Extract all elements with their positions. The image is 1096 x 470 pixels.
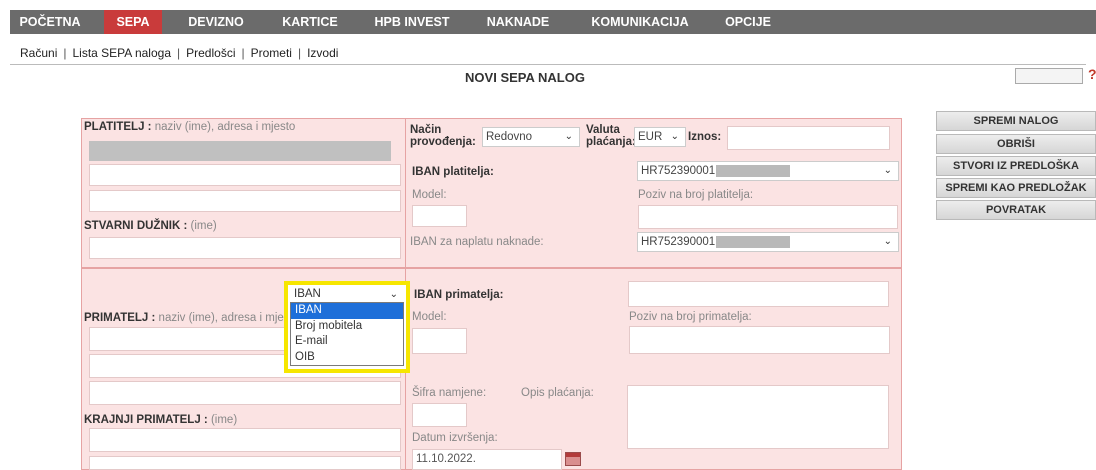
payer-name-field[interactable] bbox=[89, 141, 391, 161]
page-title: NOVI SEPA NALOG bbox=[465, 70, 585, 85]
payer-iban-select[interactable]: HR752390001 ⌄ bbox=[637, 161, 899, 181]
payer-address-field[interactable] bbox=[89, 164, 401, 186]
subnav-separator: | bbox=[297, 46, 302, 60]
execution-date-field[interactable]: 11.10.2022. bbox=[412, 449, 562, 470]
description-label: Opis plaćanja: bbox=[521, 387, 594, 399]
payer-reference-field[interactable] bbox=[638, 205, 898, 229]
subnav-racuni[interactable]: Računi bbox=[20, 46, 57, 60]
recipient-iban-field[interactable] bbox=[628, 281, 889, 307]
subnav-separator: | bbox=[241, 46, 245, 60]
recipient-model-field[interactable] bbox=[412, 328, 467, 354]
calendar-icon[interactable] bbox=[565, 452, 581, 466]
chevron-down-icon: ⌄ bbox=[883, 236, 892, 247]
recipient-reference-label: Poziv na broj primatelja: bbox=[629, 311, 752, 323]
recipient-label: PRIMATELJ : naziv (ime), adresa i mjesto bbox=[84, 312, 300, 324]
masked-value bbox=[716, 164, 791, 177]
currency-select[interactable]: EUR ⌄ bbox=[634, 127, 686, 147]
subnav-separator: | bbox=[63, 46, 67, 60]
payer-reference-label: Poziv na broj platitelja: bbox=[638, 189, 754, 201]
nav-item-opcije[interactable]: OPCIJE bbox=[710, 10, 786, 34]
subnav-separator: | bbox=[177, 46, 181, 60]
description-field[interactable] bbox=[627, 385, 889, 449]
top-right-field[interactable] bbox=[1015, 68, 1083, 84]
payer-label: PLATITELJ : naziv (ime), adresa i mjesto bbox=[84, 121, 296, 133]
masked-value bbox=[716, 235, 791, 248]
purpose-code-label: Šifra namjene: bbox=[412, 387, 487, 399]
save-as-template-button[interactable]: SPREMI KAO PREDLOŽAK bbox=[936, 178, 1096, 198]
purpose-code-field[interactable] bbox=[412, 403, 467, 427]
recipient-reference-field[interactable] bbox=[629, 326, 890, 354]
option-e-mail[interactable]: E-mail bbox=[291, 334, 403, 350]
payer-model-field[interactable] bbox=[412, 205, 467, 227]
delete-button[interactable]: OBRIŠI bbox=[936, 134, 1096, 154]
actual-debtor-field[interactable] bbox=[89, 237, 401, 259]
recipient-id-type-options: IBAN Broj mobitela E-mail OIB bbox=[290, 302, 404, 366]
execution-method-label: Način provođenja: bbox=[410, 124, 476, 148]
execution-date-label: Datum izvršenja: bbox=[412, 432, 498, 444]
recipient-city-field[interactable] bbox=[89, 381, 401, 405]
save-order-button[interactable]: SPREMI NALOG bbox=[936, 111, 1096, 131]
subnav-divider bbox=[10, 64, 1086, 65]
amount-field[interactable] bbox=[727, 126, 890, 150]
fee-iban-select[interactable]: HR752390001 ⌄ bbox=[637, 232, 899, 252]
final-recipient-field[interactable] bbox=[89, 428, 401, 452]
currency-label: Valuta plaćanja: bbox=[586, 124, 636, 148]
nav-item-naknade[interactable]: NAKNADE bbox=[472, 10, 564, 34]
subnav-lista-sepa-naloga[interactable]: Lista SEPA naloga bbox=[72, 46, 171, 60]
help-icon[interactable]: ? bbox=[1088, 66, 1096, 82]
amount-label: Iznos: bbox=[688, 131, 722, 143]
payer-model-label: Model: bbox=[412, 189, 447, 201]
subnav-predlosci[interactable]: Predlošci bbox=[186, 46, 235, 60]
nav-item-hpb-invest[interactable]: HPB INVEST bbox=[360, 10, 464, 34]
payer-city-field[interactable] bbox=[89, 190, 401, 212]
chevron-down-icon: ⌄ bbox=[564, 131, 573, 142]
option-broj-mobitela[interactable]: Broj mobitela bbox=[291, 319, 403, 335]
top-navigation: POČETNA SEPA DEVIZNO KARTICE HPB INVEST … bbox=[10, 10, 1096, 34]
chevron-down-icon: ⌄ bbox=[883, 165, 892, 176]
create-from-template-button[interactable]: STVORI IZ PREDLOŠKA bbox=[936, 156, 1096, 176]
nav-item-kartice[interactable]: KARTICE bbox=[268, 10, 352, 34]
subnav-izvodi[interactable]: Izvodi bbox=[307, 46, 338, 60]
final-recipient-extra-field[interactable] bbox=[89, 456, 401, 470]
fee-iban-label: IBAN za naplatu naknade: bbox=[410, 236, 544, 248]
final-recipient-label: KRAJNJI PRIMATELJ : (ime) bbox=[84, 414, 238, 426]
nav-item-devizno[interactable]: DEVIZNO bbox=[174, 10, 258, 34]
nav-item-komunikacija[interactable]: KOMUNIKACIJA bbox=[578, 10, 702, 34]
nav-item-pocetna[interactable]: POČETNA bbox=[10, 10, 90, 34]
actual-debtor-label: STVARNI DUŽNIK : (ime) bbox=[84, 220, 217, 232]
execution-method-select[interactable]: Redovno ⌄ bbox=[482, 127, 580, 147]
recipient-id-type-select[interactable]: IBAN ⌄ bbox=[290, 287, 404, 302]
nav-item-sepa[interactable]: SEPA bbox=[104, 10, 162, 34]
recipient-iban-label: IBAN primatelja: bbox=[414, 289, 504, 301]
option-iban[interactable]: IBAN bbox=[291, 303, 403, 319]
back-button[interactable]: POVRATAK bbox=[936, 200, 1096, 220]
payer-iban-label: IBAN platitelja: bbox=[412, 166, 494, 178]
option-oib[interactable]: OIB bbox=[291, 350, 403, 366]
chevron-down-icon: ⌄ bbox=[389, 289, 398, 300]
chevron-down-icon: ⌄ bbox=[670, 131, 679, 142]
subnav-prometi[interactable]: Prometi bbox=[251, 46, 292, 60]
sub-navigation: Računi | Lista SEPA naloga | Predlošci | Prome… bbox=[20, 46, 338, 60]
recipient-model-label: Model: bbox=[412, 311, 447, 323]
